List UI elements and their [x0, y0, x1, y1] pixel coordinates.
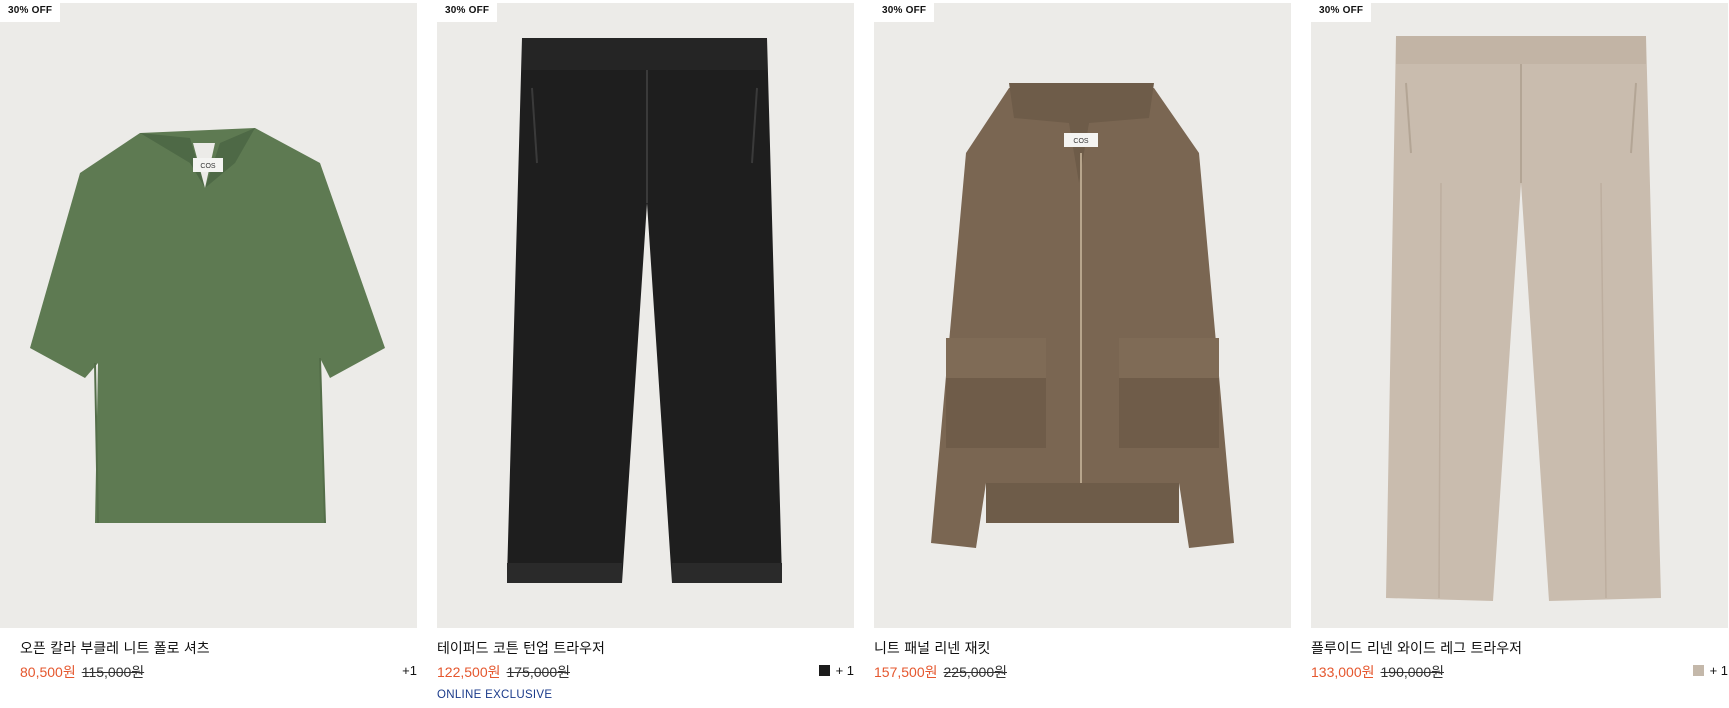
original-price: 115,000원 — [81, 664, 145, 680]
product-grid: COS 30% OFF 오픈 칼라 부클레 니트 폴로 셔츠 80,500원 11… — [0, 0, 1729, 708]
product-card[interactable]: COS 30% OFF 오픈 칼라 부클레 니트 폴로 셔츠 80,500원 11… — [0, 0, 417, 708]
color-options[interactable]: + 1 — [818, 663, 854, 678]
color-swatch[interactable] — [1692, 665, 1704, 676]
more-colors-count: + 1 — [835, 663, 854, 678]
original-price: 225,000원 — [943, 664, 1008, 680]
svg-text:COS: COS — [1073, 138, 1089, 145]
sale-price: 80,500원 — [20, 664, 76, 680]
color-options[interactable]: + 1 — [1692, 663, 1728, 678]
discount-badge: 30% OFF — [437, 0, 498, 22]
product-image-linen-jacket[interactable]: COS — [874, 3, 1291, 628]
discount-badge: 30% OFF — [0, 0, 61, 22]
original-price: 175,000원 — [506, 664, 571, 680]
trousers-illustration — [437, 3, 854, 628]
product-name[interactable]: 오픈 칼라 부클레 니트 폴로 셔츠 — [20, 638, 210, 658]
color-options[interactable]: +1 — [402, 663, 417, 678]
original-price: 190,000원 — [1380, 664, 1445, 680]
brand-label: COS — [200, 163, 216, 170]
more-colors-count: + 1 — [1709, 663, 1728, 678]
product-image-polo-shirt[interactable]: COS — [0, 3, 417, 628]
price-row: 80,500원 115,000원 — [20, 662, 144, 682]
product-name[interactable]: 테이퍼드 코튼 턴업 트라우저 — [437, 638, 605, 658]
trousers-illustration — [1311, 3, 1728, 628]
sale-price: 157,500원 — [874, 664, 938, 680]
online-exclusive-tag: ONLINE EXCLUSIVE — [437, 689, 553, 701]
product-card[interactable]: 30% OFF 테이퍼드 코튼 턴업 트라우저 122,500원 175,000원… — [437, 0, 854, 708]
product-name[interactable]: 플루이드 리넨 와이드 레그 트라우저 — [1311, 638, 1522, 658]
discount-badge: 30% OFF — [874, 0, 935, 22]
product-card[interactable]: 30% OFF 플루이드 리넨 와이드 레그 트라우저 133,000원 190,… — [1311, 0, 1728, 708]
product-card[interactable]: COS 30% OFF 니트 패널 리넨 재킷 157,500원 225,000원 — [874, 0, 1291, 708]
discount-badge: 30% OFF — [1311, 0, 1372, 22]
price-row: 157,500원 225,000원 — [874, 662, 1007, 682]
polo-shirt-illustration: COS — [0, 3, 417, 628]
sale-price: 133,000원 — [1311, 664, 1375, 680]
color-swatch[interactable] — [818, 665, 830, 676]
product-name[interactable]: 니트 패널 리넨 재킷 — [874, 638, 990, 658]
price-row: 133,000원 190,000원 — [1311, 662, 1444, 682]
jacket-illustration: COS — [874, 3, 1291, 628]
product-image-wide-leg-trousers[interactable] — [1311, 3, 1728, 628]
price-row: 122,500원 175,000원 — [437, 662, 570, 682]
sale-price: 122,500원 — [437, 664, 501, 680]
product-image-tapered-trousers[interactable] — [437, 3, 854, 628]
more-colors-count: +1 — [402, 663, 417, 678]
